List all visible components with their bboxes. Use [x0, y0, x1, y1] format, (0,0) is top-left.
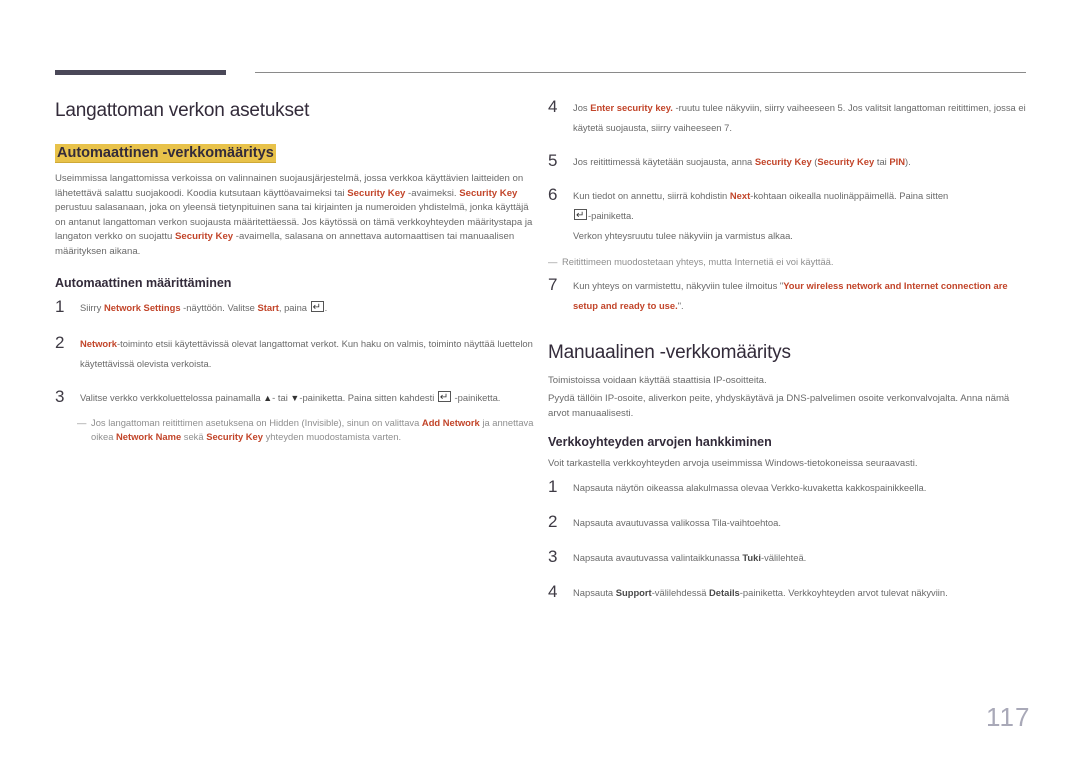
text: -painiketta. Paina sitten kahdesti: [299, 391, 437, 403]
manual-paragraph-1: Toimistoissa voidaan käyttää staattisia …: [548, 374, 767, 386]
text: Siirry: [80, 301, 104, 313]
text: Reitittimeen muodostetaan yhteys, mutta …: [562, 256, 834, 267]
step-number: 4: [548, 581, 558, 601]
text: Jos reitittimessä käytetään suojausta, a…: [573, 156, 755, 167]
right-column: 4 Jos Enter security key. -ruutu tulee n…: [548, 97, 1028, 603]
manual-paragraph-2: Pyydä tällöin IP-osoite, aliverkon peite…: [548, 393, 1010, 419]
step-number: 2: [55, 332, 65, 352]
text: Napsauta avautuvassa valintaikkunassa: [573, 551, 743, 563]
text: Kun yhteys on varmistettu, näkyviin tule…: [573, 279, 784, 291]
step-number: 1: [55, 296, 65, 316]
step-6: 6 Kun tiedot on annettu, siirrä kohdisti…: [548, 185, 1028, 246]
step-number: 1: [548, 476, 558, 496]
text: Valitse verkko verkkoluettelossa painama…: [80, 391, 264, 403]
section-heading-manual: Manuaalinen -verkkomääritys: [548, 341, 791, 363]
text: -painiketta. Verkkoyhteyden arvot tuleva…: [739, 586, 948, 598]
text: Jos langattoman reitittimen asetuksena o…: [91, 416, 422, 428]
text: Napsauta näytön oikeassa alakulmassa ole…: [573, 481, 927, 493]
keyword-security-key: Security Key: [459, 187, 518, 199]
header-rule: [255, 72, 1026, 73]
page-number: 117: [986, 702, 1031, 732]
values-intro: Voit tarkastella verkkoyhteyden arvoja u…: [548, 458, 918, 470]
keyword-details: Details: [709, 586, 740, 598]
subsection-heading-values: Verkkoyhteyden arvojen hankkiminen: [548, 435, 772, 450]
keyword-security-key: Security Key: [754, 156, 812, 167]
up-arrow-icon: ▲: [263, 392, 273, 403]
text: -painiketta.: [588, 210, 634, 221]
text: -näyttöön. Valitse: [180, 301, 258, 313]
step-number: 6: [548, 185, 558, 204]
step-2: 2 Network-toiminto etsii käytettävissä o…: [55, 332, 535, 374]
text: -painiketta.: [451, 391, 501, 403]
keyword-enter-security-key: Enter security key.: [590, 102, 673, 113]
step-3: 3 Valitse verkko verkkoluettelossa paina…: [55, 386, 535, 408]
keyword-tuki: Tuki: [742, 551, 761, 563]
keyword-support: Support: [615, 586, 652, 598]
text: -välilehdessä: [651, 586, 710, 598]
text: - tai: [272, 391, 291, 403]
keyword-security-key: Security Key: [175, 231, 234, 243]
keyword-network-name: Network Name: [116, 431, 182, 443]
note-hidden-network: ― Jos langattoman reitittimen asetuksena…: [55, 416, 535, 445]
text: -kohtaan oikealla nuolinäppäimellä. Pain…: [750, 190, 949, 201]
text: sekä: [181, 431, 207, 443]
text: Jos: [573, 102, 591, 113]
step-number: 5: [548, 151, 558, 170]
step-4: 4 Jos Enter security key. -ruutu tulee n…: [548, 97, 1028, 138]
keyword-start: Start: [257, 301, 279, 313]
note-no-internet: ― Reitittimeen muodostetaan yhteys, mutt…: [548, 255, 1028, 270]
step-7: 7 Kun yhteys on varmistettu, näkyviin tu…: [548, 274, 1028, 316]
keyword-pin: PIN: [889, 156, 905, 167]
enter-key-icon: [437, 388, 451, 408]
values-step-2: 2 Napsauta avautuvassa valikossa Tila-va…: [548, 511, 1028, 533]
section-heading-auto: Automaattinen -verkkomääritys: [55, 144, 276, 163]
text: -välilehteä.: [760, 551, 807, 563]
keyword-network: Network: [80, 337, 117, 349]
step-number: 3: [548, 546, 558, 566]
step-number: 2: [548, 511, 558, 531]
note-dash-icon: ―: [548, 256, 558, 267]
values-step-1: 1 Napsauta näytön oikeassa alakulmassa o…: [548, 476, 1028, 498]
text: ".: [677, 299, 684, 311]
step-number: 4: [548, 97, 558, 116]
step-number: 3: [55, 386, 65, 406]
left-column: Langattoman verkon asetukset Automaattin…: [55, 100, 535, 445]
note-dash-icon: ―: [77, 416, 87, 428]
step-number: 7: [548, 274, 558, 294]
page-title: Langattoman verkon asetukset: [55, 100, 310, 121]
text: Napsauta avautuvassa valikossa Tila-vaih…: [573, 516, 781, 528]
subsection-heading: Automaattinen määrittäminen: [55, 275, 232, 290]
down-arrow-icon: ▼: [290, 392, 300, 403]
text: ).: [905, 156, 911, 167]
step-1: 1 Siirry Network Settings -näyttöön. Val…: [55, 296, 535, 318]
text: Verkon yhteysruutu tulee näkyviin ja var…: [573, 230, 793, 241]
keyword-next: Next: [729, 190, 751, 201]
step-5: 5 Jos reitittimessä käytetään suojausta,…: [548, 151, 1028, 172]
keyword-add-network: Add Network: [421, 416, 480, 428]
values-step-3: 3 Napsauta avautuvassa valintaikkunassa …: [548, 546, 1028, 568]
enter-key-icon: [310, 298, 324, 318]
text: yhteyden muodostamista varten.: [263, 431, 402, 443]
enter-key-icon: [574, 206, 587, 226]
text: -toiminto etsii käytettävissä olevat lan…: [80, 337, 533, 369]
keyword-security-key: Security Key: [347, 187, 406, 199]
intro-paragraph: Useimmissa langattomissa verkoissa on va…: [55, 172, 535, 260]
header-bar-accent: [55, 70, 226, 75]
text: -avaimeksi.: [405, 187, 460, 199]
values-step-4: 4 Napsauta Support-välilehdessä Details-…: [548, 581, 1028, 603]
text: tai: [874, 156, 890, 167]
text: , paina: [278, 301, 310, 313]
text: Napsauta: [573, 586, 616, 598]
text: .: [324, 301, 328, 313]
keyword-security-key: Security Key: [206, 431, 263, 443]
keyword-security-key: Security Key: [817, 156, 875, 167]
text: Kun tiedot on annettu, siirrä kohdistin: [573, 190, 730, 201]
keyword-network-settings: Network Settings: [103, 301, 181, 313]
